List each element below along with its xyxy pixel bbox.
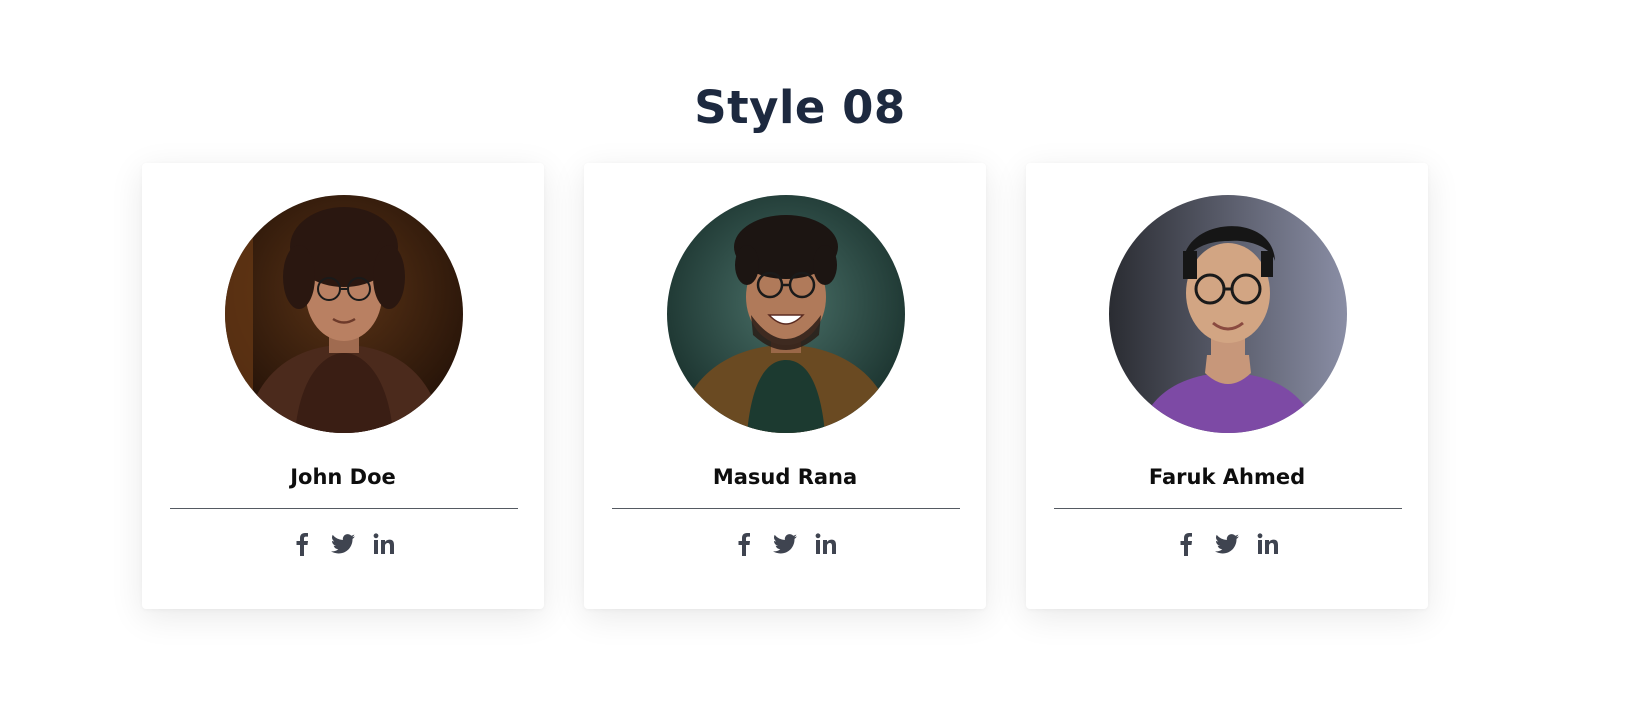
avatar-photo: [667, 195, 905, 433]
linkedin-icon[interactable]: [371, 531, 397, 557]
team-section: Style 08 John Doe Masud Rana Faruk Ahmed: [0, 0, 1650, 717]
team-card: Masud Rana: [584, 163, 986, 609]
avatar: [667, 195, 905, 433]
avatar-photo: [225, 195, 463, 433]
team-cards: John Doe Masud Rana Faruk Ahmed: [142, 163, 1428, 609]
avatar: [1109, 195, 1347, 433]
linkedin-icon[interactable]: [813, 531, 839, 557]
divider: [170, 508, 518, 509]
social-links: [1026, 531, 1428, 557]
team-card: Faruk Ahmed: [1026, 163, 1428, 609]
twitter-icon[interactable]: [1214, 531, 1240, 557]
social-links: [584, 531, 986, 557]
facebook-icon[interactable]: [1173, 531, 1199, 557]
member-name: Faruk Ahmed: [1148, 465, 1306, 489]
member-name: Masud Rana: [712, 465, 858, 489]
member-name: John Doe: [290, 465, 396, 489]
twitter-icon[interactable]: [772, 531, 798, 557]
section-heading: Style 08: [694, 81, 906, 134]
avatar-photo: [1109, 195, 1347, 433]
linkedin-icon[interactable]: [1255, 531, 1281, 557]
team-card: John Doe: [142, 163, 544, 609]
social-links: [142, 531, 544, 557]
avatar: [225, 195, 463, 433]
twitter-icon[interactable]: [330, 531, 356, 557]
divider: [1054, 508, 1402, 509]
facebook-icon[interactable]: [289, 531, 315, 557]
divider: [612, 508, 960, 509]
facebook-icon[interactable]: [731, 531, 757, 557]
